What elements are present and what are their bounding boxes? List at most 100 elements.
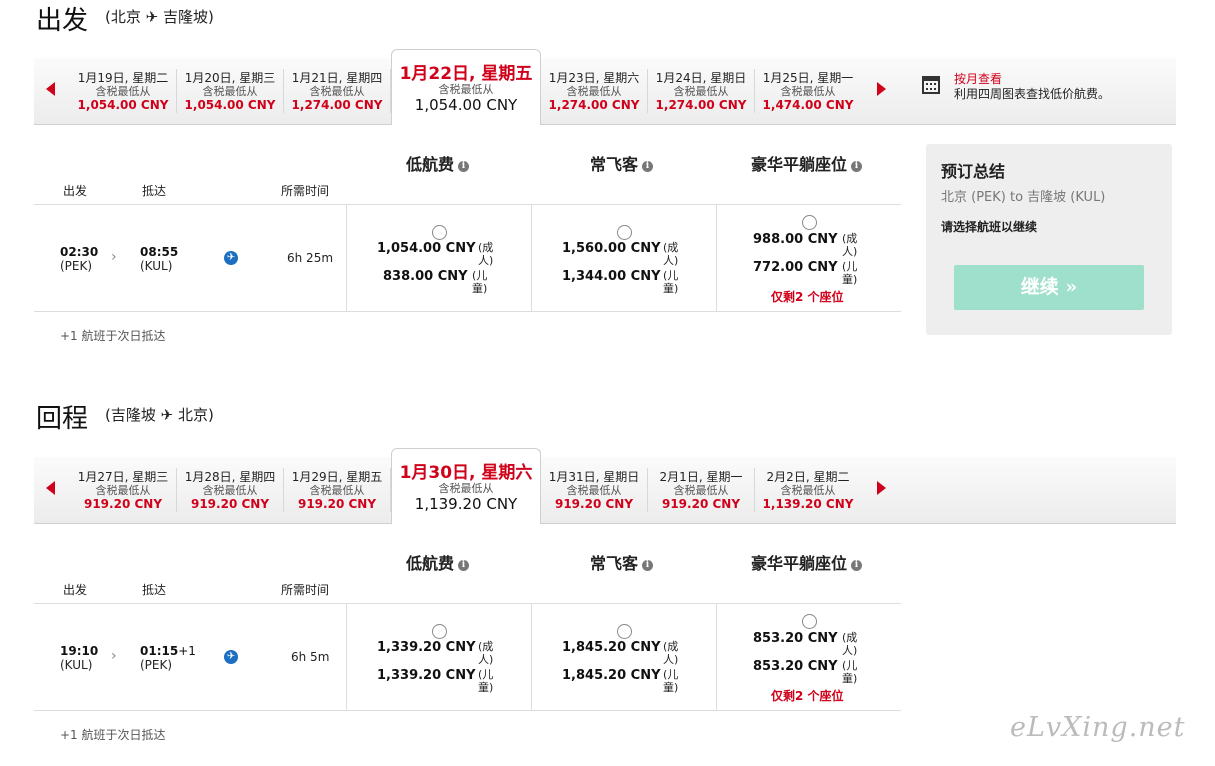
date-sub: 含税最低从 [309, 484, 365, 497]
child-label: (儿童) [478, 668, 494, 694]
summary-route: 北京 (PEK) to 吉隆坡 (KUL) [941, 190, 1106, 205]
child-price: 838.00 CNY [383, 269, 468, 284]
date-price: 919.20 CNY [83, 497, 163, 511]
adult-price: 1,054.00 CNY [377, 241, 476, 256]
airline-plane-icon[interactable]: ✈ [224, 251, 238, 265]
date-tab[interactable]: 2月1日, 星期一 含税最低从 919.20 CNY [648, 468, 755, 512]
dep-code: (KUL) [60, 658, 93, 672]
fare-header-label: 低航费 [406, 554, 455, 573]
date-price: 919.20 CNY [554, 497, 634, 511]
fare-header-label: 低航费 [406, 155, 455, 174]
date-label: 2月2日, 星期二 [766, 470, 850, 484]
date-tab[interactable]: 2月2日, 星期二 含税最低从 1,139.20 CNY [755, 468, 861, 512]
fare-header-flyer: 常飞客 i [590, 550, 654, 574]
adult-price: 988.00 CNY [753, 232, 838, 247]
airline-plane-icon[interactable]: ✈ [224, 650, 238, 664]
date-label: 1月22日, 星期五 [399, 64, 533, 84]
date-sub: 含税最低从 [673, 85, 729, 98]
adult-label: (成人) [478, 640, 494, 666]
adult-price: 1,560.00 CNY [562, 241, 661, 256]
adult-label: (成人) [663, 241, 679, 267]
date-tab[interactable]: 1月23日, 星期六 含税最低从 1,274.00 CNY [541, 69, 648, 113]
fare-radio[interactable] [617, 624, 632, 639]
date-sub: 含税最低从 [438, 482, 494, 495]
child-price: 1,344.00 CNY [562, 269, 661, 284]
info-icon[interactable]: i [851, 161, 863, 172]
arr-next-day: +1 [178, 644, 196, 658]
date-label: 1月19日, 星期二 [77, 71, 169, 85]
fare-radio[interactable] [617, 225, 632, 240]
arr-time-value: 01:15 [140, 644, 179, 658]
info-icon[interactable]: i [642, 560, 654, 571]
continue-button[interactable]: 继续 » [954, 265, 1144, 310]
date-tab-selected[interactable]: 1月30日, 星期六 含税最低从 1,139.20 CNY [391, 448, 541, 524]
calendar-icon[interactable] [922, 76, 940, 94]
col-duration: 所需时间 [281, 583, 330, 597]
date-sub: 含税最低从 [309, 85, 365, 98]
date-price: 1,054.00 CNY [414, 96, 518, 114]
info-icon[interactable]: i [458, 161, 470, 172]
summary-message: 请选择航班以继续 [941, 220, 1038, 234]
date-price: 1,274.00 CNY [548, 98, 640, 112]
col-duration: 所需时间 [281, 184, 330, 198]
date-tab[interactable]: 1月20日, 星期三 含税最低从 1,054.00 CNY [177, 69, 284, 113]
fare-cell-flyer[interactable]: 1,845.20 CNY (成人) 1,845.20 CNY (儿童) [531, 604, 716, 710]
date-tab[interactable]: 1月28日, 星期四 含税最低从 919.20 CNY [177, 468, 284, 512]
fare-header-economy: 低航费 i [406, 151, 470, 175]
fare-header-label: 豪华平躺座位 [751, 554, 848, 573]
arr-time: 01:15+1 [140, 644, 196, 658]
date-label: 1月29日, 星期五 [291, 470, 383, 484]
fare-cell-flatbed[interactable]: 988.00 CNY (成人) 772.00 CNY (儿童) 仅剩2 个座位 [716, 205, 901, 311]
prev-dates-arrow-icon[interactable] [46, 82, 55, 96]
fare-cell-economy[interactable]: 1,339.20 CNY (成人) 1,339.20 CNY (儿童) [346, 604, 531, 710]
date-tab[interactable]: 1月27日, 星期三 含税最低从 919.20 CNY [70, 468, 177, 512]
date-price: 1,274.00 CNY [291, 98, 383, 112]
date-label: 1月27日, 星期三 [77, 470, 169, 484]
fare-cell-flatbed[interactable]: 853.20 CNY (成人) 853.20 CNY (儿童) 仅剩2 个座位 [716, 604, 901, 710]
adult-label: (成人) [478, 241, 494, 267]
fare-radio[interactable] [802, 215, 817, 230]
date-sub: 含税最低从 [202, 484, 258, 497]
date-label: 1月25日, 星期一 [762, 71, 854, 85]
fare-cell-economy[interactable]: 1,054.00 CNY (成人) 838.00 CNY (儿童) [346, 205, 531, 311]
return-route: (吉隆坡 ✈ 北京) [105, 406, 214, 424]
fare-radio[interactable] [802, 614, 817, 629]
date-label: 1月30日, 星期六 [399, 463, 533, 483]
date-tab-selected[interactable]: 1月22日, 星期五 含税最低从 1,054.00 CNY [391, 49, 541, 125]
fare-radio[interactable] [432, 624, 447, 639]
prev-dates-arrow-icon[interactable] [46, 481, 55, 495]
fare-radio[interactable] [432, 225, 447, 240]
date-sub: 含税最低从 [438, 83, 494, 96]
date-tab[interactable]: 1月21日, 星期四 含税最低从 1,274.00 CNY [284, 69, 391, 113]
seats-left-warning: 仅剩2 个座位 [771, 290, 844, 304]
info-icon[interactable]: i [851, 560, 863, 571]
fare-cell-flyer[interactable]: 1,560.00 CNY (成人) 1,344.00 CNY (儿童) [531, 205, 716, 311]
date-tab[interactable]: 1月31日, 星期日 含税最低从 919.20 CNY [541, 468, 648, 512]
date-tab[interactable]: 1月29日, 星期五 含税最低从 919.20 CNY [284, 468, 391, 512]
dep-code: (PEK) [60, 259, 93, 273]
fare-header-flyer: 常飞客 i [590, 151, 654, 175]
dep-time: 19:10 [60, 644, 99, 658]
date-tab[interactable]: 1月24日, 星期日 含税最低从 1,274.00 CNY [648, 69, 755, 113]
adult-price: 853.20 CNY [753, 631, 838, 646]
date-tab[interactable]: 1月25日, 星期一 含税最低从 1,474.00 CNY [755, 69, 861, 113]
date-sub: 含税最低从 [566, 484, 622, 497]
date-tab[interactable]: 1月19日, 星期二 含税最低从 1,054.00 CNY [70, 69, 177, 113]
watermark: eLvXing.net [1010, 712, 1186, 743]
chevron-right-icon: › [111, 249, 117, 265]
duration: 6h 5m [291, 650, 330, 664]
date-label: 1月21日, 星期四 [291, 71, 383, 85]
arr-code: (KUL) [140, 259, 173, 273]
date-label: 1月20日, 星期三 [184, 71, 276, 85]
booking-summary: 预订总结 北京 (PEK) to 吉隆坡 (KUL) 请选择航班以继续 继续 » [926, 144, 1172, 335]
date-sub: 含税最低从 [95, 484, 151, 497]
next-day-note: +1 航班于次日抵达 [60, 728, 166, 742]
duration: 6h 25m [287, 251, 334, 265]
next-dates-arrow-icon[interactable] [877, 481, 886, 495]
date-label: 2月1日, 星期一 [659, 470, 743, 484]
date-price: 1,139.20 CNY [762, 497, 854, 511]
info-icon[interactable]: i [458, 560, 470, 571]
next-dates-arrow-icon[interactable] [877, 82, 886, 96]
info-icon[interactable]: i [642, 161, 654, 172]
arr-time-value: 08:55 [140, 245, 179, 259]
